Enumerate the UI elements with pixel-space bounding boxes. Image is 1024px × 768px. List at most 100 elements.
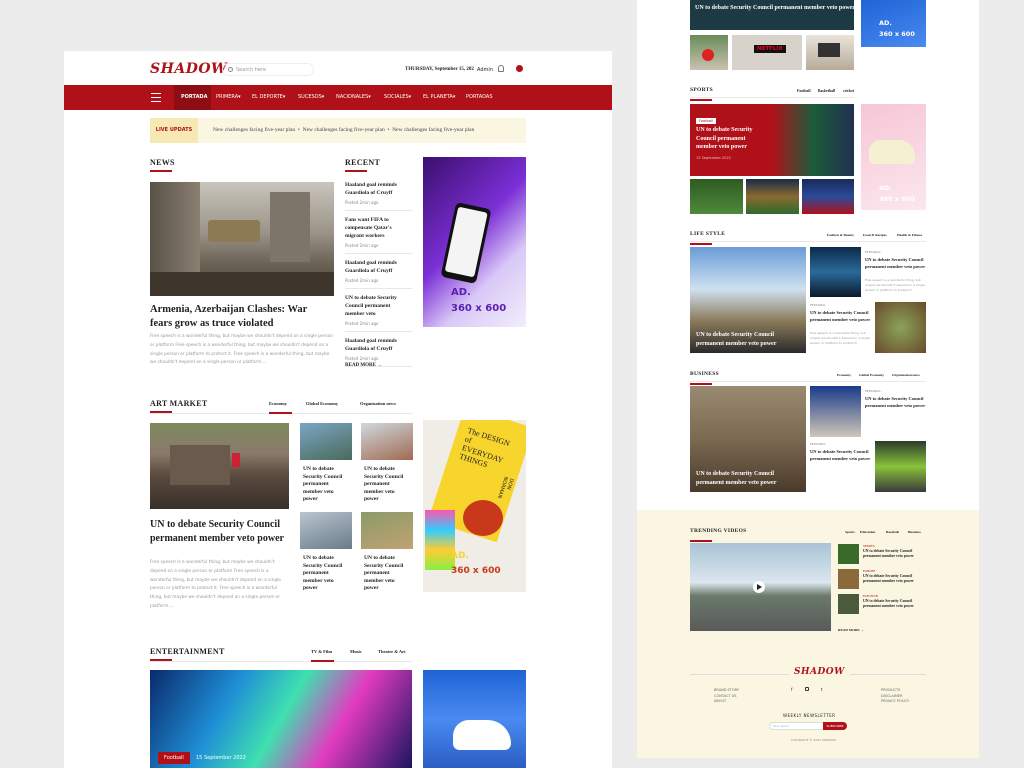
footer-logo[interactable]: SHADOW — [789, 667, 850, 677]
ticker-item[interactable]: New challenges facing five-year plan — [303, 127, 385, 133]
tab-food[interactable]: Food & Recipes — [863, 233, 887, 237]
top-feature-image[interactable]: UN to debate Security Council permanent … — [690, 0, 854, 30]
trending-thumb[interactable] — [838, 569, 859, 589]
thumb-image[interactable] — [806, 35, 854, 70]
thumb-image[interactable]: NETFLIX — [732, 35, 802, 70]
book-ad[interactable]: The DESIGN of EVERYDAY THINGS DON NORMAN… — [423, 420, 526, 592]
tab-global-economy[interactable]: Global Economy — [306, 401, 338, 406]
play-icon[interactable] — [753, 581, 765, 593]
art-grid-image[interactable] — [361, 512, 413, 549]
thumb-image[interactable] — [690, 35, 728, 70]
sports-feature[interactable]: Football UN to debate Security Council p… — [690, 104, 854, 176]
tab-sports[interactable]: Sports — [845, 530, 855, 534]
tab-fashion[interactable]: Fashion & Beauty — [827, 233, 854, 237]
tab-economy[interactable]: Economy — [269, 401, 287, 406]
art-grid-image[interactable] — [300, 423, 352, 460]
shoe-ad[interactable]: AD. 360 x 600 — [861, 104, 926, 210]
tab-health[interactable]: Health & Fitness — [897, 233, 922, 237]
ticker-item[interactable]: New challenges facing five-year plan — [392, 127, 474, 133]
trending-read-more[interactable]: READ MORE → — [838, 628, 864, 632]
tab-music[interactable]: Music — [350, 649, 362, 654]
trending-thumb[interactable] — [838, 544, 859, 564]
tab-organisation-news[interactable]: Organisation news — [360, 401, 396, 406]
site-logo[interactable]: SHADOW — [150, 61, 227, 77]
nav-item[interactable]: EL PLANETA▾ — [423, 94, 455, 100]
sports-thumb[interactable] — [690, 179, 743, 214]
sports-thumb[interactable] — [746, 179, 799, 214]
nav-item[interactable]: PORTADA — [181, 94, 207, 100]
ad-banner[interactable]: AD. 360 x 600 — [423, 157, 526, 327]
nav-item[interactable]: SUCESOS▾ — [298, 94, 324, 100]
lifestyle-item-title[interactable]: UN to debate Security Council permanent … — [810, 310, 872, 323]
newsletter-email-input[interactable]: Your email — [769, 722, 824, 730]
art-grid-image[interactable] — [300, 512, 352, 549]
lifestyle-thumb[interactable] — [810, 247, 861, 297]
ticker-item[interactable]: New challenges facing five-year plan — [213, 127, 295, 133]
recent-item-title[interactable]: Haaland goal reminds Guardiola of Cruyff — [345, 181, 409, 197]
nav-item[interactable]: PRIMERA▾ — [216, 94, 241, 100]
tab-organisation-news[interactable]: Organisation news — [892, 373, 920, 377]
facebook-icon[interactable]: f — [791, 687, 792, 692]
nav-item[interactable]: SOCIALES▾ — [384, 94, 411, 100]
header-date: THURSDAY, September 15, 202 — [405, 67, 474, 72]
tab-basketball[interactable]: Basketball — [818, 89, 835, 93]
tab-tv-film[interactable]: TV & Film — [311, 649, 332, 654]
ad-banner-small[interactable]: AD. 360 x 600 — [861, 0, 926, 47]
entertainment-image[interactable]: Football 15 September 2022 — [150, 670, 412, 768]
trending-title[interactable]: UN to debate Security Council permanent … — [863, 599, 923, 609]
subscribe-button[interactable]: SUBSCRIBE — [823, 722, 847, 730]
news-headline[interactable]: Armenia, Azerbaijan Clashes: War fears g… — [150, 303, 310, 330]
sports-thumb[interactable] — [802, 179, 854, 214]
tab-cricket[interactable]: cricket — [843, 89, 854, 93]
business-thumb[interactable] — [875, 441, 926, 492]
art-grid-image[interactable] — [361, 423, 413, 460]
recent-item-title[interactable]: Haaland goal reminds Guardiola of Cruyff — [345, 259, 409, 275]
trending-thumb[interactable] — [838, 594, 859, 614]
trending-title[interactable]: UN to debate Security Council permanent … — [863, 549, 923, 559]
art-image[interactable] — [150, 423, 289, 509]
instagram-icon[interactable] — [805, 687, 809, 691]
art-grid-title[interactable]: UN to debate Security Council permanent … — [364, 466, 410, 504]
trending-title[interactable]: UN to debate Security Council permanent … — [863, 574, 923, 584]
art-grid-title[interactable]: UN to debate Security Council permanent … — [364, 555, 410, 593]
user-icon[interactable] — [498, 65, 504, 72]
category-badge[interactable]: Football — [158, 752, 190, 764]
search-box[interactable]: Search here — [222, 63, 314, 76]
tab-football[interactable]: Football — [797, 89, 811, 93]
footer-link[interactable]: BRAND STORY — [714, 688, 739, 694]
business-thumb[interactable] — [810, 386, 861, 437]
art-headline[interactable]: UN to debate Security Council permanent … — [150, 518, 288, 545]
art-grid-title[interactable]: UN to debate Security Council permanent … — [303, 555, 349, 593]
tab-theatre-art[interactable]: Theatre & Art — [378, 649, 406, 654]
video-player[interactable] — [690, 543, 831, 631]
twitter-icon[interactable]: t — [821, 687, 823, 692]
read-more-link[interactable]: READ MORE → — [345, 363, 382, 368]
recent-item-title[interactable]: Haaland goal reminds Guardiola of Cruyff — [345, 337, 409, 353]
tab-education[interactable]: Education — [860, 530, 875, 534]
nav-item[interactable]: EL DEPORTE▾ — [252, 94, 285, 100]
business-item-title[interactable]: UN to debate Security Council permanent … — [865, 396, 927, 409]
dark-mode-icon[interactable] — [516, 65, 523, 72]
recent-item-title[interactable]: Fans want FIFA to compensate Qatar's mig… — [345, 216, 409, 240]
tab-business[interactable]: Business — [908, 530, 921, 534]
business-feature[interactable]: UN to debate Security Council permanent … — [690, 386, 806, 492]
menu-icon[interactable] — [151, 93, 161, 102]
right-page: UN to debate Security Council permanent … — [637, 0, 979, 758]
news-image[interactable] — [150, 182, 334, 296]
nav-item[interactable]: NACIONALES▾ — [336, 94, 371, 100]
footer-link[interactable]: ABOUT — [714, 699, 739, 705]
tab-baseball[interactable]: Baseball — [886, 530, 899, 534]
lifestyle-item-title[interactable]: UN to debate Security Council permanent … — [865, 257, 927, 270]
business-item-title[interactable]: UN to debate Security Council permanent … — [810, 449, 872, 462]
recent-item-title[interactable]: UN to debate Security Council permanent … — [345, 294, 409, 318]
admin-link[interactable]: Admin — [477, 67, 493, 73]
search-input[interactable]: Search here — [236, 67, 266, 73]
tab-economy[interactable]: Economy — [837, 373, 851, 377]
tab-global-economy[interactable]: Global Economy — [859, 373, 884, 377]
art-grid-title[interactable]: UN to debate Security Council permanent … — [303, 466, 349, 504]
nav-item[interactable]: PORTADAS — [466, 94, 493, 100]
lifestyle-thumb[interactable] — [875, 302, 926, 353]
footer-link[interactable]: PRIVACY POLICY — [881, 699, 909, 705]
lifestyle-feature[interactable]: UN to debate Security Council permanent … — [690, 247, 806, 353]
sneaker-image[interactable] — [423, 670, 526, 768]
